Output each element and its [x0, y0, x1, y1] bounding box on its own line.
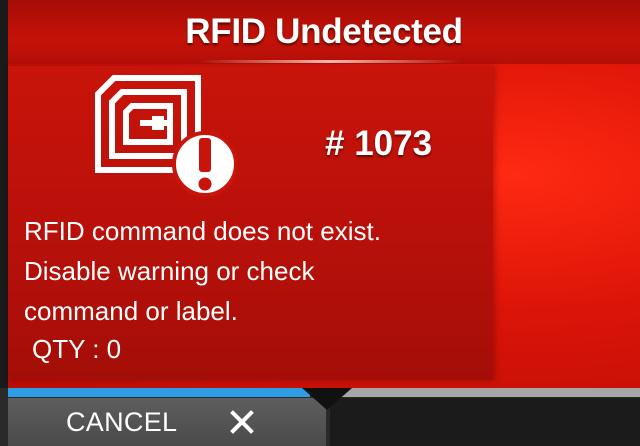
empty-softkey-slot [330, 398, 640, 446]
cancel-button-label: CANCEL [66, 407, 178, 437]
quantity-readout: QTY : 0 [32, 334, 122, 364]
close-icon [230, 410, 254, 434]
error-message-line-2: Disable warning or check [24, 256, 315, 286]
rfid-tag-warning-icon [95, 75, 238, 197]
title-underline [200, 60, 460, 63]
error-code: # 1073 [325, 124, 433, 163]
softkey-divider-notch [302, 388, 352, 410]
softkey-indicator-left [8, 388, 310, 397]
error-message-line-1: RFID command does not exist. [24, 216, 381, 246]
page-title: RFID Undetected [8, 0, 640, 64]
cancel-button[interactable]: CANCEL [8, 398, 326, 446]
error-message-line-3: command or label. [24, 296, 238, 326]
softkey-indicator-right [340, 388, 640, 397]
printer-screen: RFID Undetected # 1073 RFID command does… [0, 0, 640, 446]
